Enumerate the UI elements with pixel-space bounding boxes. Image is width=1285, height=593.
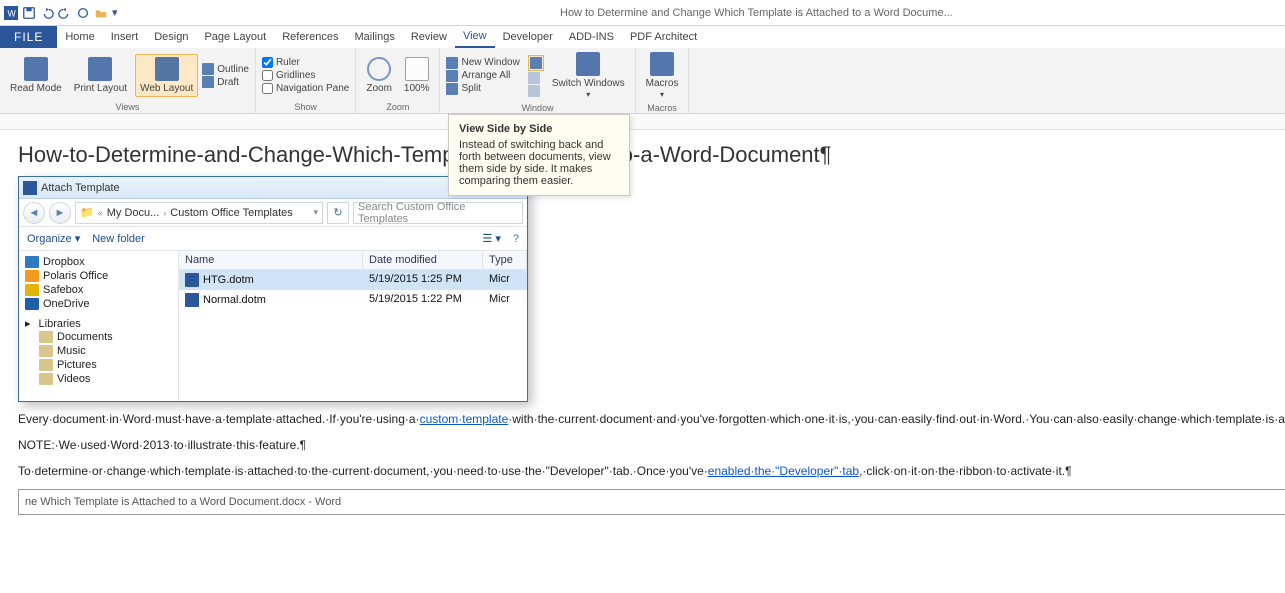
split-button[interactable]: Split: [446, 83, 519, 95]
new-window-button[interactable]: New Window: [446, 57, 519, 69]
tab-design[interactable]: Design: [146, 26, 196, 48]
tab-pdf-architect[interactable]: PDF Architect: [622, 26, 705, 48]
doc-heading: How-to-Determine-and-Change-Which-Templa…: [18, 142, 1285, 168]
tab-insert[interactable]: Insert: [103, 26, 147, 48]
paragraph: NOTE:·We·used·Word·2013·to·illustrate·th…: [18, 438, 1285, 454]
attach-template-dialog: Attach Template – ☐ × ◄ ► 📁« My Docu...›…: [18, 176, 528, 402]
group-show: Ruler Gridlines Navigation Pane Show: [256, 48, 356, 113]
macros-button[interactable]: Macros▾: [642, 50, 683, 102]
tooltip-title: View Side by Side: [459, 123, 619, 135]
tab-view[interactable]: View: [455, 26, 495, 48]
view-side-by-side-button[interactable]: [528, 55, 544, 71]
tab-review[interactable]: Review: [403, 26, 455, 48]
file-row[interactable]: HTG.dotm 5/19/2015 1:25 PM Micr: [179, 270, 527, 290]
tooltip-view-side-by-side: View Side by Side Instead of switching b…: [448, 114, 630, 196]
group-views: Read Mode Print Layout Web Layout Outlin…: [0, 48, 256, 113]
custom-template-link[interactable]: custom·template: [420, 412, 509, 426]
redo-icon[interactable]: [58, 6, 72, 20]
switch-windows-button[interactable]: Switch Windows▾: [548, 50, 629, 102]
forward-button[interactable]: ►: [49, 202, 71, 224]
ruler-checkbox[interactable]: Ruler: [262, 57, 349, 68]
ruler[interactable]: [0, 114, 1285, 130]
touch-icon[interactable]: [76, 6, 90, 20]
titlebar: W ▾ How to Determine and Change Which Te…: [0, 0, 1285, 26]
gridlines-checkbox[interactable]: Gridlines: [262, 70, 349, 81]
sidebar-item-music[interactable]: Music: [25, 344, 172, 358]
organize-button[interactable]: Organize ▾: [27, 232, 80, 245]
embedded-window-strip: ne Which Template is Attached to a Word …: [18, 489, 1285, 515]
col-date[interactable]: Date modified: [363, 251, 483, 269]
outline-button[interactable]: Outline: [202, 63, 249, 75]
ribbon-tabs: FILE Home Insert Design Page Layout Refe…: [0, 26, 1285, 48]
document-area[interactable]: How-to-Determine-and-Change-Which-Templa…: [0, 130, 1285, 593]
sidebar-item-dropbox[interactable]: Dropbox: [25, 255, 172, 269]
tab-references[interactable]: References: [274, 26, 346, 48]
group-label-macros: Macros: [642, 102, 683, 113]
folder-icon[interactable]: [94, 6, 108, 20]
undo-icon[interactable]: [40, 6, 54, 20]
sidebar-item-pictures[interactable]: Pictures: [25, 358, 172, 372]
col-type[interactable]: Type: [483, 251, 527, 269]
tab-mailings[interactable]: Mailings: [347, 26, 403, 48]
group-label-show: Show: [262, 101, 349, 112]
word-icon: [23, 181, 37, 195]
dialog-title: Attach Template: [41, 182, 459, 194]
navpane-checkbox[interactable]: Navigation Pane: [262, 83, 349, 94]
paragraph: Every·document·in·Word·must·have·a·templ…: [18, 412, 1285, 428]
svg-text:W: W: [8, 8, 17, 18]
sidebar-item-onedrive[interactable]: OneDrive: [25, 297, 172, 311]
file-list: Name Date modified Type HTG.dotm 5/19/20…: [179, 251, 527, 401]
window-title: How to Determine and Change Which Templa…: [136, 7, 1285, 19]
save-icon[interactable]: [22, 6, 36, 20]
tab-addins[interactable]: ADD-INS: [561, 26, 622, 48]
reset-window-button[interactable]: [528, 85, 544, 97]
print-layout-button[interactable]: Print Layout: [70, 55, 131, 96]
tooltip-body: Instead of switching back and forth betw…: [459, 139, 619, 187]
view-options-icon[interactable]: ☰ ▾: [482, 232, 500, 245]
read-mode-button[interactable]: Read Mode: [6, 55, 66, 96]
web-layout-button[interactable]: Web Layout: [135, 54, 198, 97]
file-row[interactable]: Normal.dotm 5/19/2015 1:22 PM Micr: [179, 290, 527, 310]
paragraph: To·determine·or·change·which·template·is…: [18, 464, 1285, 480]
sidebar-item-polaris[interactable]: Polaris Office: [25, 269, 172, 283]
help-icon[interactable]: ?: [513, 233, 519, 245]
file-tab[interactable]: FILE: [0, 26, 57, 48]
group-macros: Macros▾ Macros: [636, 48, 690, 113]
mini-title: ne Which Template is Attached to a Word …: [25, 496, 1285, 508]
group-zoom: Zoom 100% Zoom: [356, 48, 440, 113]
file-icon: [185, 273, 199, 287]
new-folder-button[interactable]: New folder: [92, 233, 145, 245]
quick-access-toolbar: W ▾: [4, 6, 126, 20]
customize-icon[interactable]: ▾: [112, 6, 126, 20]
back-button[interactable]: ◄: [23, 202, 45, 224]
dialog-sidebar: Dropbox Polaris Office Safebox OneDrive …: [19, 251, 179, 401]
draft-button[interactable]: Draft: [202, 76, 249, 88]
breadcrumb[interactable]: 📁« My Docu...› Custom Office Templates ▾: [75, 202, 323, 224]
tab-page-layout[interactable]: Page Layout: [196, 26, 274, 48]
tab-developer[interactable]: Developer: [495, 26, 561, 48]
col-name[interactable]: Name: [179, 251, 363, 269]
zoom-100-button[interactable]: 100%: [400, 55, 434, 96]
dialog-nav: ◄ ► 📁« My Docu...› Custom Office Templat…: [19, 199, 527, 227]
sidebar-item-safebox[interactable]: Safebox: [25, 283, 172, 297]
sync-scroll-button[interactable]: [528, 72, 544, 84]
refresh-button[interactable]: ↻: [327, 202, 349, 224]
word-window-left: W ▾ How to Determine and Change Which Te…: [0, 0, 1285, 593]
ribbon-body-view: Read Mode Print Layout Web Layout Outlin…: [0, 48, 1285, 114]
dialog-toolbar: Organize ▾ New folder ☰ ▾ ?: [19, 227, 527, 251]
group-window: New Window Arrange All Split Switch Wind…: [440, 48, 635, 113]
developer-tab-link[interactable]: enabled·the·"Developer"·tab: [708, 464, 859, 478]
word-icon: W: [4, 6, 18, 20]
search-input[interactable]: Search Custom Office Templates: [353, 202, 523, 224]
sidebar-item-documents[interactable]: Documents: [25, 330, 172, 344]
sidebar-item-videos[interactable]: Videos: [25, 372, 172, 386]
arrange-all-button[interactable]: Arrange All: [446, 70, 519, 82]
group-label-zoom: Zoom: [362, 101, 433, 112]
tab-home[interactable]: Home: [57, 26, 102, 48]
group-label-window: Window: [446, 102, 628, 113]
group-label-views: Views: [6, 101, 249, 112]
zoom-button[interactable]: Zoom: [362, 55, 396, 96]
file-icon: [185, 293, 199, 307]
sidebar-libraries-header[interactable]: ▸Libraries: [25, 317, 172, 330]
